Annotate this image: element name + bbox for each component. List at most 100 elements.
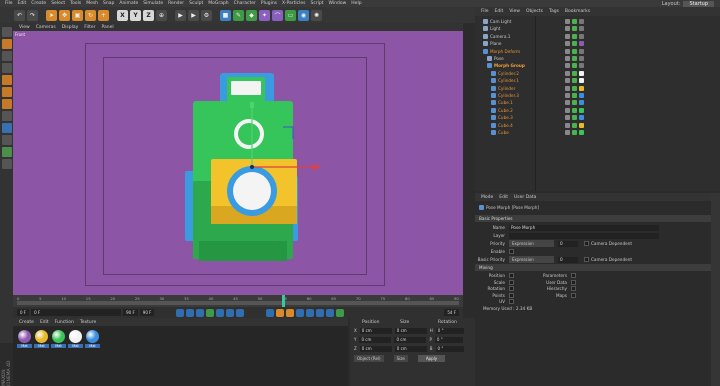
priority-mode-dropdown[interactable]: Expression <box>509 240 554 247</box>
frame-total-field[interactable]: 90 F <box>139 309 155 316</box>
make-editable-icon[interactable] <box>1 27 12 37</box>
right-side-tabs[interactable] <box>711 193 720 386</box>
om-menu-view[interactable]: View <box>509 9 520 14</box>
object-name[interactable]: Cube <box>498 130 553 135</box>
enable-check-icon[interactable] <box>572 63 577 69</box>
menu-select[interactable]: Select <box>51 1 65 6</box>
enable-checkbox[interactable] <box>509 249 514 254</box>
object-name[interactable]: Cube.3 <box>498 115 553 120</box>
material-menu-edit[interactable]: Edit <box>40 320 49 325</box>
size-x-field[interactable]: 0 cm <box>394 328 427 334</box>
enable-check-icon[interactable] <box>572 56 577 61</box>
enable-check-icon[interactable] <box>572 85 577 91</box>
move-icon[interactable]: ✥ <box>59 9 70 21</box>
enable-check-icon[interactable] <box>572 19 577 24</box>
frame-start-field[interactable]: 0 F <box>17 309 30 316</box>
visibility-dots-icon[interactable] <box>565 56 570 61</box>
object-row[interactable]: Cube.3 <box>475 114 720 121</box>
basic-camera-dependent-checkbox[interactable] <box>584 257 589 262</box>
menu-animate[interactable]: Animate <box>119 1 138 6</box>
menu-create[interactable]: Create <box>31 1 46 6</box>
menu-character[interactable]: Character <box>234 1 256 6</box>
size-z-field[interactable]: 0 cm <box>394 346 427 352</box>
enable-check-icon[interactable] <box>572 130 577 135</box>
object-row[interactable]: Cube <box>475 129 720 136</box>
menu-plugins[interactable]: Plugins <box>261 1 277 6</box>
material-tag-icon[interactable] <box>579 33 584 39</box>
keyframe-selection-icon[interactable] <box>286 308 295 317</box>
material-menu-create[interactable]: Create <box>19 320 34 325</box>
mixing-checkbox[interactable] <box>509 292 514 298</box>
floor-icon[interactable]: ▭ <box>285 9 296 21</box>
position-z-field[interactable]: 0 cm <box>359 346 392 352</box>
coordinate-mode-dropdown[interactable]: Object (Rel) <box>354 355 384 362</box>
render-view-icon[interactable]: ▶ <box>175 9 186 21</box>
pla-key-icon[interactable] <box>336 308 345 317</box>
live-selection-icon[interactable]: ➤ <box>46 9 57 21</box>
workplane-icon[interactable] <box>1 63 12 73</box>
visibility-dots-icon[interactable] <box>565 41 570 47</box>
material-tag-icon[interactable] <box>579 70 584 76</box>
size-y-field[interactable]: 0 cm <box>394 337 427 343</box>
enable-check-icon[interactable] <box>572 33 577 39</box>
timeline-track[interactable] <box>17 301 459 305</box>
object-row[interactable]: Cube.1 <box>475 99 720 106</box>
visibility-dots-icon[interactable] <box>565 33 570 39</box>
menu-tools[interactable]: Tools <box>70 1 81 6</box>
enable-check-icon[interactable] <box>572 115 577 121</box>
record-icon[interactable] <box>266 308 275 317</box>
go-to-start-icon[interactable] <box>176 308 185 317</box>
camera-icon[interactable]: ◉ <box>298 9 309 21</box>
menu-snap[interactable]: Snap <box>103 1 114 6</box>
object-name[interactable]: Cube.2 <box>498 108 553 113</box>
previous-frame-icon[interactable] <box>196 308 205 317</box>
visibility-dots-icon[interactable] <box>565 85 570 91</box>
menu-script[interactable]: Script <box>310 1 323 6</box>
mixing-checkbox[interactable] <box>571 279 576 285</box>
object-name[interactable]: Morph Group <box>494 63 549 68</box>
enable-check-icon[interactable] <box>572 78 577 84</box>
visibility-dots-icon[interactable] <box>565 107 570 113</box>
layout-dropdown[interactable]: Startup <box>683 0 714 7</box>
material-tag-icon[interactable] <box>579 19 584 24</box>
material-tag-icon[interactable] <box>579 93 584 98</box>
recent-tools-icon[interactable]: + <box>98 9 109 21</box>
enable-axis-icon[interactable] <box>1 111 12 121</box>
camera-dependent-checkbox[interactable] <box>584 241 589 246</box>
material-swatch[interactable]: Mat <box>85 330 100 348</box>
mixing-checkbox[interactable] <box>509 299 514 304</box>
go-to-end-icon[interactable] <box>236 308 245 317</box>
material-swatch[interactable]: Mat <box>17 330 32 348</box>
enable-check-icon[interactable] <box>572 26 577 32</box>
menu-window[interactable]: Window <box>329 1 347 6</box>
edges-mode-icon[interactable] <box>1 87 12 97</box>
viewport-menu-panel[interactable]: Panel <box>101 25 113 30</box>
visibility-dots-icon[interactable] <box>565 26 570 32</box>
object-row[interactable]: Cylinder.2 <box>475 70 720 77</box>
position-x-field[interactable]: 0 cm <box>359 328 392 334</box>
enable-check-icon[interactable] <box>572 48 577 54</box>
mixing-checkbox[interactable] <box>571 286 576 291</box>
object-name[interactable]: Cylinder.1 <box>498 78 553 83</box>
menu-mesh[interactable]: Mesh <box>86 1 98 6</box>
am-menu-edit[interactable]: Edit <box>499 195 508 200</box>
polygons-mode-icon[interactable] <box>1 99 12 109</box>
material-swatch[interactable]: Mat <box>34 330 49 348</box>
basic-priority-value-field[interactable]: 0 <box>558 256 578 263</box>
object-row[interactable]: Light <box>475 25 720 32</box>
material-tag-icon[interactable] <box>579 48 584 54</box>
object-name[interactable]: Light <box>490 26 545 31</box>
next-frame-icon[interactable] <box>216 308 225 317</box>
rotation-p-field[interactable]: 0 ° <box>434 337 463 343</box>
next-key-icon[interactable] <box>226 308 235 317</box>
material-tag-icon[interactable] <box>579 115 584 121</box>
menu-mograph[interactable]: MoGraph <box>208 1 228 6</box>
param-key-icon[interactable] <box>326 308 335 317</box>
subdivision-icon[interactable]: ◆ <box>246 9 257 21</box>
menu-file[interactable]: File <box>5 1 13 6</box>
z-axis-toggle[interactable]: Z <box>143 9 154 21</box>
material-tag-icon[interactable] <box>579 56 584 61</box>
visibility-dots-icon[interactable] <box>565 48 570 54</box>
visibility-dots-icon[interactable] <box>565 93 570 98</box>
am-menu-user-data[interactable]: User Data <box>514 195 536 200</box>
